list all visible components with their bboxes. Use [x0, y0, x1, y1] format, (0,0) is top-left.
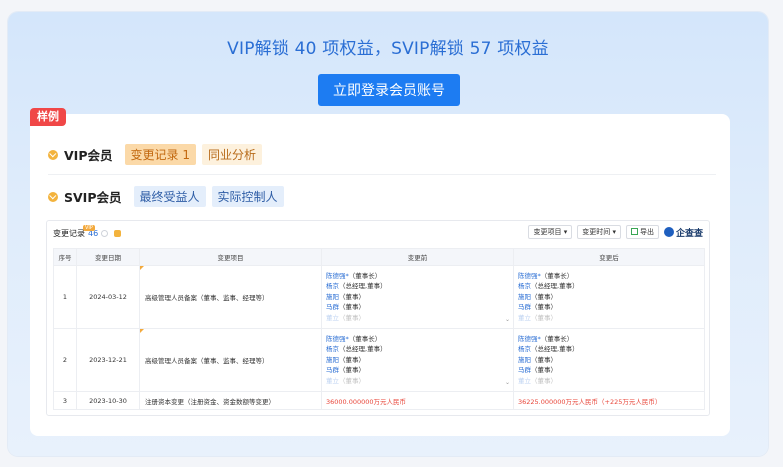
- row-item: 注册资本变更（注册资金、资金数额等变更）: [139, 391, 322, 410]
- row-date: 2023-12-21: [76, 328, 140, 392]
- corner-flag-icon: [140, 266, 144, 270]
- col-before: 变更前: [321, 248, 514, 266]
- vip-tier-label: VIP会员: [64, 148, 113, 163]
- preview-header: 变更记录 46 VIP: [53, 225, 122, 239]
- qcc-logo: 企查查: [663, 226, 703, 239]
- info-icon: [101, 230, 109, 237]
- row-before: 陈德强*（董事长） 杨京（总经理,董事） 施阳（董事） 马群（董事） 董立（董事…: [321, 328, 514, 392]
- expand-icon[interactable]: ⌄: [505, 378, 510, 389]
- chip-actual-controller[interactable]: 实际控制人: [211, 186, 284, 207]
- sample-tag: 样例: [30, 108, 66, 126]
- vip-mini-badge: VIP: [83, 225, 95, 231]
- row-before: 陈德强*（董事长） 杨京（总经理,董事） 施阳（董事） 马群（董事） 董立（董事…: [321, 265, 514, 329]
- row-before: 36000.000000万元人民币: [321, 391, 514, 410]
- expand-icon[interactable]: ⌄: [505, 315, 510, 326]
- brand-name: 企查查: [675, 228, 703, 239]
- filter-change-item[interactable]: 变更项目 ▾: [528, 225, 573, 239]
- chip-ultimate-beneficiary[interactable]: 最终受益人: [133, 186, 206, 207]
- row-after: 36225.000000万元人民币（+225万元人民币）: [513, 391, 705, 410]
- table-row: 1 2024-03-12 高级管理人员备案（董事、监事、经理等） 陈德强*（董事…: [53, 265, 705, 329]
- change-records-preview: 变更记录 46 VIP 变更项目 ▾ 变更时间 ▾ 导出 企查查 序号 变更日期: [46, 220, 710, 416]
- preview-title: 变更记录: [53, 229, 85, 238]
- qcc-logo-icon: [663, 227, 674, 237]
- vip-crown-icon: [48, 149, 58, 160]
- benefits-headline: VIP解锁 40 项权益，SVIP解锁 57 项权益: [227, 39, 549, 59]
- table-row: 3 2023-10-30 注册资本变更（注册资金、资金数额等变更） 36000.…: [53, 391, 705, 410]
- col-no: 序号: [53, 248, 77, 266]
- col-item: 变更项目: [139, 248, 322, 266]
- row-date: 2023-10-30: [76, 391, 140, 410]
- filter-change-time[interactable]: 变更时间 ▾: [577, 225, 621, 239]
- svip-tier-label: SVIP会员: [64, 190, 122, 205]
- row-no: 1: [53, 265, 77, 329]
- row-item: 高级管理人员备案（董事、监事、经理等）: [139, 328, 322, 392]
- svip-benefits-row: SVIP会员 最终受益人 实际控制人: [48, 186, 284, 207]
- col-date: 变更日期: [76, 248, 140, 266]
- row-after: 陈德强*（董事长） 杨京（总经理,董事） 施阳（董事） 马群（董事） 董立（董事…: [513, 328, 705, 392]
- row-no: 3: [53, 391, 77, 410]
- row-after: 陈德强*（董事长） 杨京（总经理,董事） 施阳（董事） 马群（董事） 董立（董事…: [513, 265, 705, 329]
- row-item: 高级管理人员备案（董事、监事、经理等）: [139, 265, 322, 329]
- chip-peer-analysis[interactable]: 同业分析: [201, 144, 262, 165]
- change-records-table: 序号 变更日期 变更项目 变更前 变更后 1 2024-03-12 高级管理人员…: [53, 248, 705, 410]
- login-member-button[interactable]: 立即登录会员账号: [318, 74, 460, 106]
- sample-card: VIP会员 变更记录 1 同业分析 SVIP会员 最终受益人 实际控制人 变更记…: [30, 114, 730, 436]
- divider: [48, 174, 716, 175]
- row-no: 2: [53, 328, 77, 392]
- svip-crown-icon: [48, 191, 58, 202]
- lock-icon: [114, 230, 122, 237]
- corner-flag-icon: [140, 329, 144, 333]
- row-date: 2024-03-12: [76, 265, 140, 329]
- vip-benefits-row: VIP会员 变更记录 1 同业分析: [48, 144, 262, 165]
- table-row: 2 2023-12-21 高级管理人员备案（董事、监事、经理等） 陈德强*（董事…: [53, 328, 705, 392]
- chip-change-records[interactable]: 变更记录 1: [124, 144, 196, 165]
- export-button[interactable]: 导出: [625, 225, 659, 239]
- col-after: 变更后: [513, 248, 705, 266]
- preview-toolbar: 变更项目 ▾ 变更时间 ▾ 导出 企查查: [528, 225, 703, 239]
- table-header-row: 序号 变更日期 变更项目 变更前 变更后: [53, 248, 705, 266]
